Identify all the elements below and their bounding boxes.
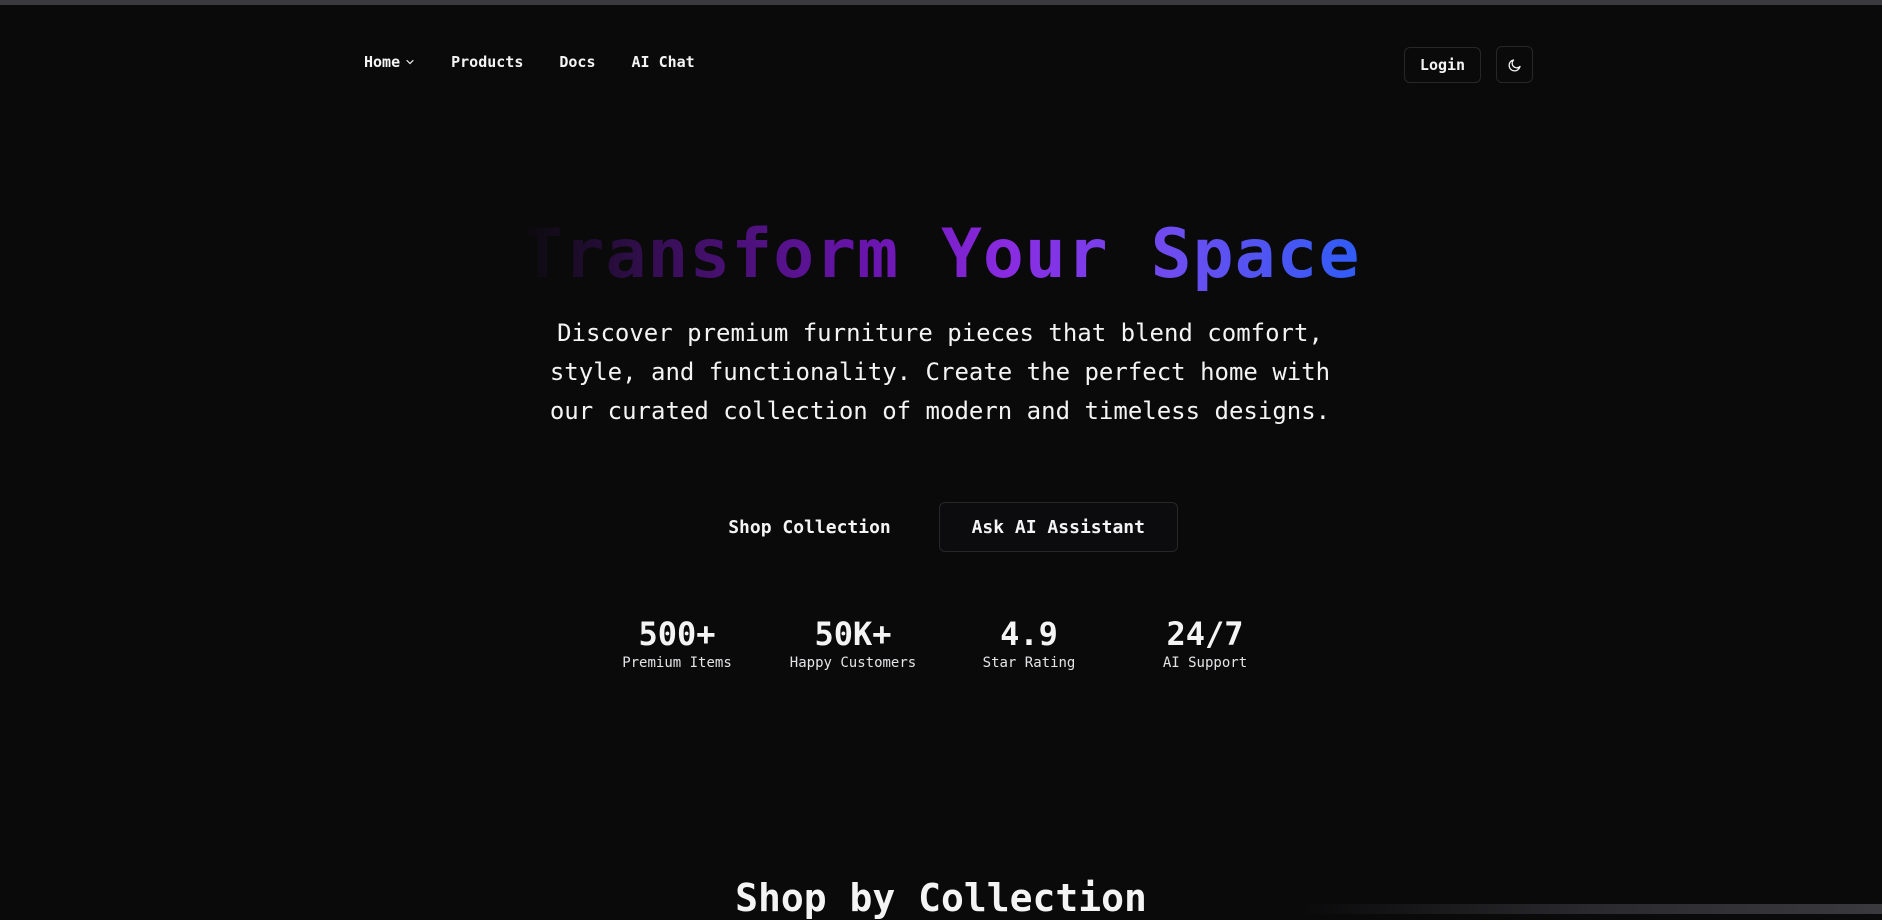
nav-link-home-label: Home (364, 53, 401, 71)
stat-value: 4.9 (1000, 615, 1058, 653)
stat-value: 50K+ (814, 615, 892, 653)
hero-title-text: Transform Your Space (521, 215, 1361, 294)
stat-value: 500+ (638, 615, 716, 653)
stat-label: Star Rating (982, 655, 1076, 671)
theme-toggle-button[interactable] (1496, 46, 1533, 83)
nav-actions: Login (1404, 46, 1533, 83)
nav-link-ai-chat[interactable]: AI Chat (632, 53, 695, 71)
nav-link-docs-label: Docs (559, 53, 596, 71)
stat-ai-support: 24/7 AI Support (1117, 614, 1293, 672)
nav-links: Home Products Docs AI Chat (364, 53, 731, 71)
nav-link-home[interactable]: Home (364, 53, 415, 71)
stat-star-rating: 4.9 Star Rating (941, 614, 1117, 672)
ask-ai-assistant-button[interactable]: Ask AI Assistant (938, 502, 1178, 552)
shop-collection-button[interactable]: Shop Collection (704, 502, 915, 552)
page-edge-shadow (1300, 904, 1882, 914)
nav-link-products[interactable]: Products (451, 53, 523, 71)
hero-title: Transform Your Space (0, 215, 1882, 295)
stat-label: Premium Items (622, 655, 732, 671)
stat-label: AI Support (1162, 655, 1248, 671)
stat-label: Happy Customers (789, 655, 917, 671)
top-navigation: Home Products Docs AI Chat Login (0, 5, 1882, 123)
chevron-down-icon (406, 59, 414, 65)
login-button[interactable]: Login (1404, 46, 1481, 83)
stat-value: 24/7 (1166, 615, 1244, 653)
nav-link-docs[interactable]: Docs (559, 53, 595, 71)
hero-subtitle: Discover premium furniture pieces that b… (549, 319, 1331, 425)
stat-happy-customers: 50K+ Happy Customers (765, 614, 941, 672)
stats-row: 500+ Premium Items 50K+ Happy Customers … (0, 614, 1882, 672)
stat-premium-items: 500+ Premium Items (589, 614, 765, 672)
hero-cta-row: Shop Collection Ask AI Assistant (0, 502, 1882, 552)
nav-link-products-label: Products (451, 53, 524, 71)
moon-icon (1507, 58, 1521, 72)
nav-link-ai-chat-label: AI Chat (631, 53, 695, 71)
